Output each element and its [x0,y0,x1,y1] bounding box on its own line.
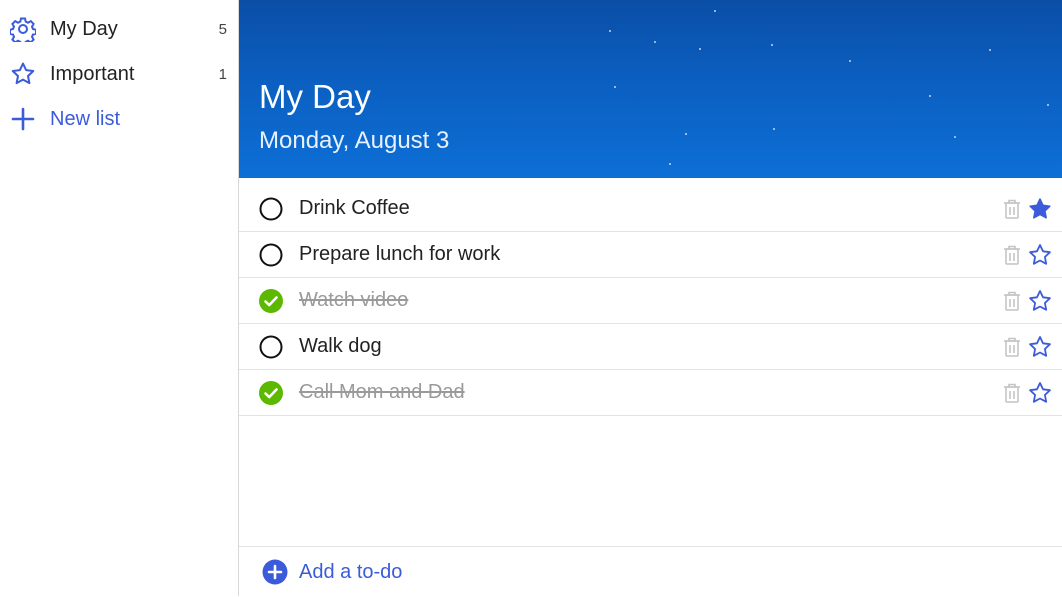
page-date: Monday, August 3 [259,127,450,154]
task-row: Walk dog [239,324,1062,370]
task-list: Drink Coffee Prepare lunch for work Watc… [239,186,1062,416]
add-todo-button[interactable]: Add a to-do [239,546,1062,597]
new-list-button[interactable]: New list [0,99,238,139]
task-row: Drink Coffee [239,186,1062,232]
sidebar-item-label: Important [50,62,135,85]
star-outline-icon[interactable] [1028,381,1052,405]
completed-check-icon[interactable] [259,288,283,313]
trash-icon[interactable] [1002,198,1022,220]
star-outline-icon[interactable] [1028,335,1052,359]
sidebar-item-count: 1 [218,65,227,83]
star-filled-icon[interactable] [1028,197,1052,221]
trash-icon[interactable] [1002,244,1022,266]
task-text[interactable]: Call Mom and Dad [299,381,465,404]
sidebar-item-label: My Day [50,17,118,40]
completed-check-icon[interactable] [259,380,283,405]
incomplete-circle-icon[interactable] [259,197,283,221]
sidebar-item-count: 5 [218,20,227,38]
incomplete-circle-icon[interactable] [259,243,283,267]
page-title: My Day [259,78,371,115]
sidebar-item-my-day[interactable]: My Day 5 [0,9,238,49]
trash-icon[interactable] [1002,382,1022,404]
gear-icon [10,16,36,42]
task-row: Call Mom and Dad [239,370,1062,416]
task-text[interactable]: Prepare lunch for work [299,243,500,266]
task-text[interactable]: Drink Coffee [299,197,410,220]
star-outline-icon[interactable] [1028,289,1052,313]
task-row: Watch video [239,278,1062,324]
trash-icon[interactable] [1002,290,1022,312]
star-outline-icon[interactable] [1028,243,1052,267]
task-text[interactable]: Walk dog [299,335,382,358]
incomplete-circle-icon[interactable] [259,335,283,359]
task-text[interactable]: Watch video [299,289,408,312]
task-row: Prepare lunch for work [239,232,1062,278]
add-todo-label: Add a to-do [299,560,403,583]
trash-icon[interactable] [1002,336,1022,358]
sidebar-item-label: New list [50,107,121,130]
plus-circle-icon [262,559,288,585]
sidebar-item-important[interactable]: Important 1 [0,54,238,94]
sidebar: My Day 5 Important 1 New list [0,0,239,596]
star-outline-icon [10,61,36,87]
plus-icon [10,106,36,132]
page-header: My Day Monday, August 3 [239,0,1062,178]
